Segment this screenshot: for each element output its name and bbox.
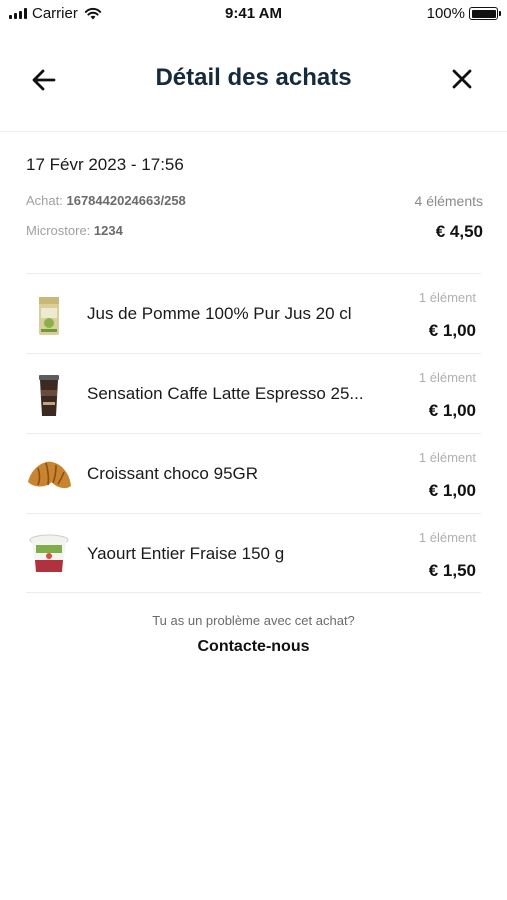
close-icon xyxy=(452,69,472,89)
juice-carton-icon xyxy=(26,292,72,338)
list-item: Croissant choco 95GR 1 élément € 1,00 xyxy=(26,433,481,513)
status-right: 100% xyxy=(426,5,501,22)
item-name: Sensation Caffe Latte Espresso 25... xyxy=(87,384,364,403)
microstore-label: Microstore: xyxy=(26,223,91,238)
items-list: Jus de Pomme 100% Pur Jus 20 cl 1 élémen… xyxy=(26,273,481,593)
yogurt-cup-icon xyxy=(26,532,72,578)
purchase-date: 17 Févr 2023 - 17:56 xyxy=(26,155,184,174)
help-section: Tu as un problème avec cet achat? Contac… xyxy=(0,613,507,656)
item-quantity: 1 élément xyxy=(418,370,476,385)
item-quantity: 1 élément xyxy=(418,290,476,305)
battery-percent: 100% xyxy=(426,5,465,22)
purchase-id-value: 1678442024663/258 xyxy=(66,193,186,208)
item-quantity: 1 élément xyxy=(418,530,476,545)
battery-icon xyxy=(469,7,501,20)
item-price: € 1,00 xyxy=(428,481,476,500)
header: Détail des achats xyxy=(0,50,507,108)
status-bar: Carrier 9:41 AM 100% xyxy=(0,0,507,28)
total-price: € 4,50 xyxy=(435,222,483,241)
item-price: € 1,00 xyxy=(428,321,476,340)
help-question: Tu as un problème avec cet achat? xyxy=(152,613,355,628)
item-name: Yaourt Entier Fraise 150 g xyxy=(87,544,285,563)
item-price: € 1,50 xyxy=(428,561,476,580)
microstore-value: 1234 xyxy=(93,223,123,238)
header-divider xyxy=(0,131,507,132)
purchase-summary: 17 Févr 2023 - 17:56 Achat: 167844202466… xyxy=(26,155,483,241)
page-title: Détail des achats xyxy=(155,64,352,91)
close-button[interactable] xyxy=(449,66,475,92)
list-item: Sensation Caffe Latte Espresso 25... 1 é… xyxy=(26,353,481,433)
item-count: 4 éléments xyxy=(414,193,483,209)
list-item: Jus de Pomme 100% Pur Jus 20 cl 1 élémen… xyxy=(26,273,481,353)
item-name: Croissant choco 95GR xyxy=(87,464,259,483)
item-price: € 1,00 xyxy=(428,401,476,420)
item-name: Jus de Pomme 100% Pur Jus 20 cl xyxy=(87,304,352,323)
purchase-id-row: Achat: 1678442024663/258 4 éléments xyxy=(26,193,483,209)
contact-us-link[interactable]: Contacte-nous xyxy=(198,638,310,656)
purchase-id-label: Achat: xyxy=(26,193,63,208)
croissant-icon xyxy=(26,452,72,498)
list-item: Yaourt Entier Fraise 150 g 1 élément € 1… xyxy=(26,513,481,593)
microstore-row: Microstore: 1234 € 4,50 xyxy=(26,222,483,241)
item-quantity: 1 élément xyxy=(418,450,476,465)
coffee-cup-icon xyxy=(26,372,72,418)
